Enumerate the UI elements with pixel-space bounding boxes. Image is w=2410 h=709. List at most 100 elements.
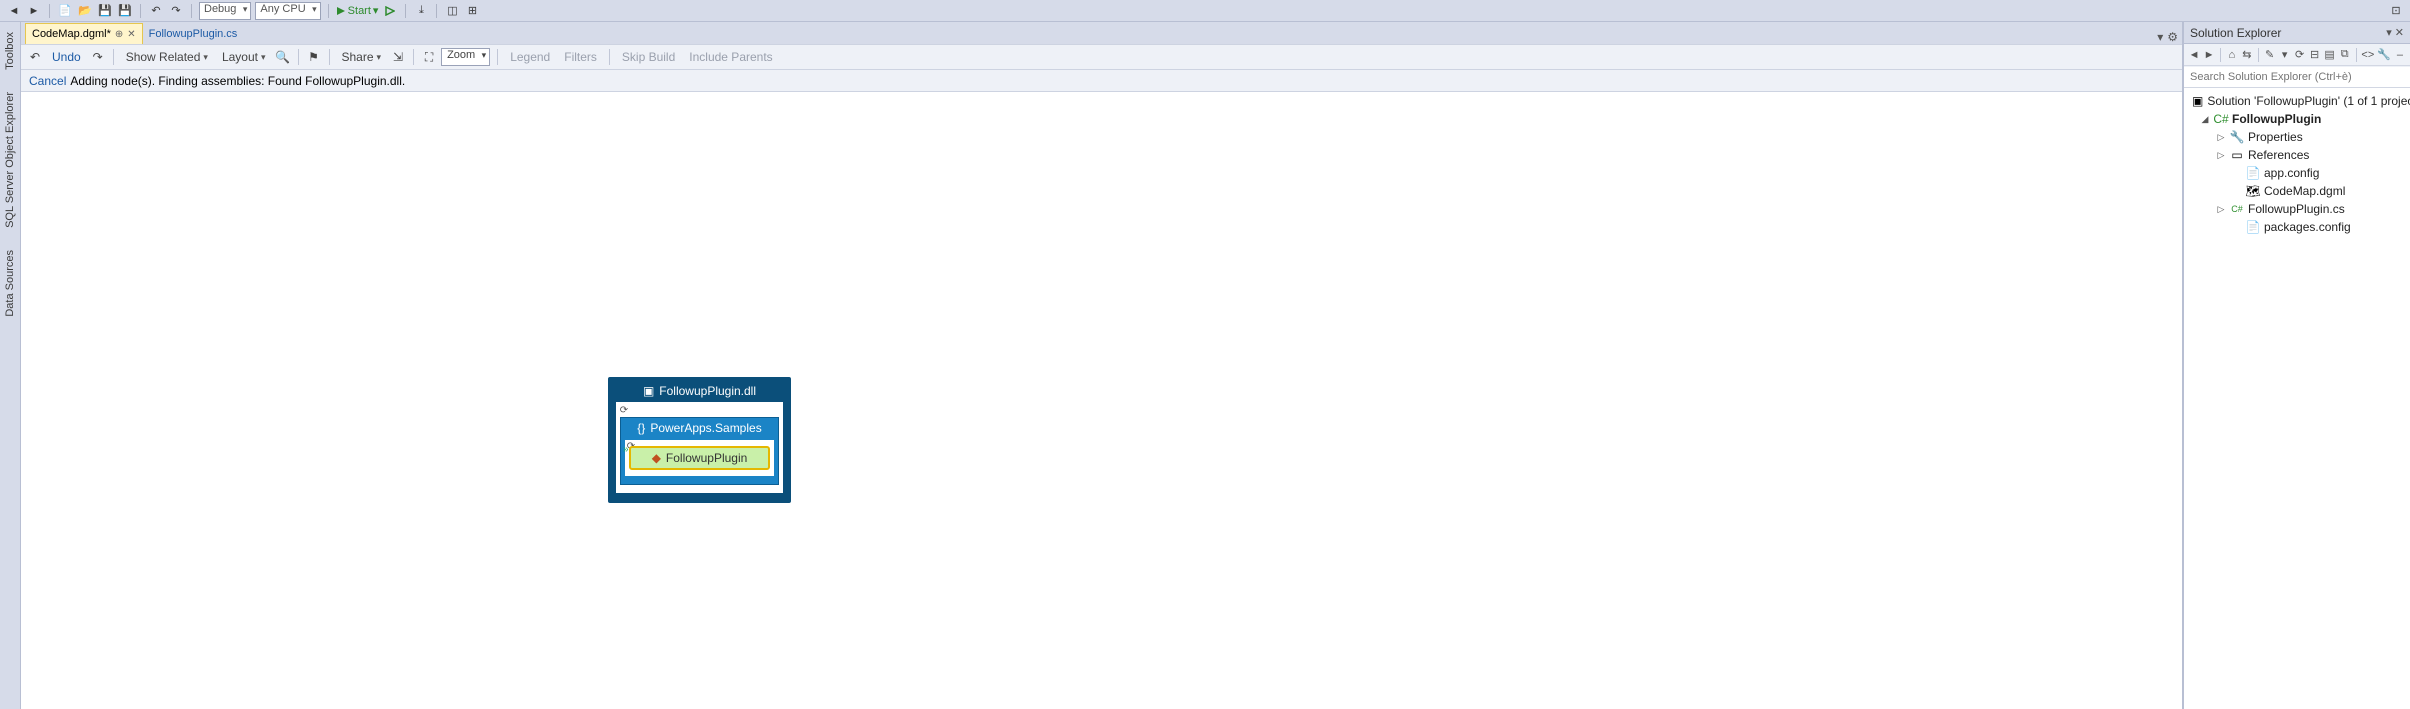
redo-arrow-icon[interactable]: ↷	[90, 49, 106, 65]
layout-button[interactable]: Layout	[217, 49, 271, 65]
dgml-file-icon: 🗺	[2246, 184, 2260, 198]
project-node[interactable]: ◢ C# FollowupPlugin	[2186, 110, 2408, 128]
file-appconfig[interactable]: 📄 app.config	[2186, 164, 2408, 182]
step-icon[interactable]: ⤓	[413, 3, 429, 19]
chevron-right-icon[interactable]: ▷	[2216, 132, 2226, 143]
platform-combo[interactable]: Any CPU	[255, 2, 320, 20]
codemap-toolbar: ↶ Undo ↷ Show Related Layout 🔍 ⚑ Share ⇲…	[21, 44, 2182, 70]
fit-icon[interactable]: ⛶	[421, 49, 437, 65]
solution-search-input[interactable]	[2184, 67, 2410, 87]
ext1-icon[interactable]: ◫	[444, 3, 460, 19]
codemap-canvas[interactable]: ▣ FollowupPlugin.dll ⟳ {} PowerApps.Samp…	[21, 92, 2182, 709]
sql-explorer-tab[interactable]: SQL Server Object Explorer	[4, 88, 16, 232]
solution-tree[interactable]: ▣ Solution 'FollowupPlugin' (1 of 1 proj…	[2184, 88, 2410, 709]
dll-group-node[interactable]: ▣ FollowupPlugin.dll ⟳ {} PowerApps.Samp…	[608, 377, 791, 503]
refresh-icon[interactable]: ⟳	[2294, 47, 2306, 63]
data-sources-tab[interactable]: Data Sources	[4, 246, 16, 321]
namespace-header[interactable]: {} PowerApps.Samples	[625, 418, 774, 438]
pending-icon[interactable]: ✎	[2264, 47, 2276, 63]
export-icon[interactable]: ⇲	[390, 49, 406, 65]
solution-explorer-title-label: Solution Explorer	[2190, 26, 2281, 40]
chevron-right-icon[interactable]: »	[623, 444, 629, 455]
start-no-debug-icon[interactable]	[382, 3, 398, 19]
refresh-badge-icon[interactable]: ⟳	[618, 404, 630, 416]
toolbox-tab[interactable]: Toolbox	[4, 28, 16, 74]
panel-close-icon[interactable]: ✕	[2395, 26, 2404, 39]
chevron-right-icon[interactable]: ▷	[2216, 204, 2226, 215]
find-icon[interactable]: 🔍	[275, 49, 291, 65]
class-label: FollowupPlugin	[666, 451, 747, 465]
nav-back-icon[interactable]: ◄	[6, 3, 22, 19]
ext2-icon[interactable]: ⊞	[464, 3, 480, 19]
namespace-icon: {}	[637, 421, 645, 435]
tab-codemap[interactable]: CodeMap.dgml* ⊕ ✕	[25, 23, 143, 44]
sync-icon[interactable]: ⇆	[2241, 47, 2253, 63]
config-combo[interactable]: Debug	[199, 2, 251, 20]
chevron-right-icon[interactable]: ▷	[2216, 150, 2226, 161]
references-node[interactable]: ▷ ▭ References	[2186, 146, 2408, 164]
packages-label: packages.config	[2264, 220, 2351, 234]
undo-icon[interactable]: ↶	[148, 3, 164, 19]
file-followupplugin[interactable]: ▷ C# FollowupPlugin.cs	[2186, 200, 2408, 218]
pin-icon[interactable]: ⊕	[115, 29, 123, 40]
namespace-group-node[interactable]: {} PowerApps.Samples ⟳ » ◆ FollowupPlugi…	[620, 417, 779, 485]
tab-followupplugin[interactable]: FollowupPlugin.cs	[143, 23, 244, 44]
open-icon[interactable]: 📂	[77, 3, 93, 19]
skip-build-button[interactable]: Skip Build	[617, 49, 680, 65]
properties-label: Properties	[2248, 130, 2303, 144]
collapse-icon[interactable]: ⊟	[2309, 47, 2321, 63]
save-all-icon[interactable]: 💾	[117, 3, 133, 19]
save-icon[interactable]: 💾	[97, 3, 113, 19]
dll-header[interactable]: ▣ FollowupPlugin.dll	[611, 380, 788, 402]
new-icon[interactable]: 📄	[57, 3, 73, 19]
undo-arrow-icon[interactable]: ↶	[27, 49, 43, 65]
class-node[interactable]: ◆ FollowupPlugin	[629, 446, 770, 470]
redo-icon[interactable]: ↷	[168, 3, 184, 19]
show-related-button[interactable]: Show Related	[121, 49, 213, 65]
solution-node[interactable]: ▣ Solution 'FollowupPlugin' (1 of 1 proj…	[2186, 92, 2408, 110]
plugin-label: FollowupPlugin.cs	[2248, 202, 2345, 216]
csharp-project-icon: C#	[2214, 112, 2228, 126]
viewcode-icon[interactable]: <>	[2361, 47, 2374, 63]
properties-node[interactable]: ▷ 🔧 Properties	[2186, 128, 2408, 146]
undo-button[interactable]: Undo	[47, 49, 86, 65]
cancel-link[interactable]: Cancel	[29, 74, 66, 88]
chevron-down-icon[interactable]: ◢	[2200, 114, 2210, 125]
file-packagesconfig[interactable]: 📄 packages.config	[2186, 218, 2408, 236]
fwd-icon[interactable]: ►	[2203, 47, 2215, 63]
solution-search[interactable]	[2184, 66, 2410, 88]
solution-label: Solution 'FollowupPlugin' (1 of 1 projec…	[2207, 94, 2410, 108]
include-parents-button[interactable]: Include Parents	[684, 49, 777, 65]
back-icon[interactable]: ◄	[2188, 47, 2200, 63]
showall-icon[interactable]: ▤	[2324, 47, 2336, 63]
tab-settings-icon[interactable]: ⚙	[2167, 30, 2178, 44]
solution-explorer-panel: Solution Explorer ▾ ✕ ◄ ► ⌂ ⇆ ✎ ▾ ⟳ ⊟ ▤ …	[2182, 22, 2410, 709]
start-button[interactable]: Start ▾	[336, 4, 379, 17]
dll-label: FollowupPlugin.dll	[659, 384, 756, 398]
share-button[interactable]: Share	[337, 49, 387, 65]
legend-button[interactable]: Legend	[505, 49, 555, 65]
flag-icon[interactable]: ⚑	[306, 49, 322, 65]
class-icon: ◆	[652, 451, 661, 465]
properties-icon[interactable]: 🔧	[2377, 47, 2391, 63]
panel-dropdown-icon[interactable]: ▾	[2386, 26, 2392, 39]
copy-icon[interactable]: ⧉	[2339, 47, 2351, 63]
zoom-combo[interactable]: Zoom	[441, 48, 490, 66]
solution-explorer-title[interactable]: Solution Explorer ▾ ✕	[2184, 22, 2410, 44]
file-codemap[interactable]: 🗺 CodeMap.dgml	[2186, 182, 2408, 200]
filters-button[interactable]: Filters	[559, 49, 602, 65]
more-icon[interactable]: –	[2394, 47, 2406, 63]
close-icon[interactable]: ✕	[127, 29, 135, 40]
tab-overflow-icon[interactable]: ▾	[2157, 30, 2163, 44]
appconfig-label: app.config	[2264, 166, 2319, 180]
wrench-icon: 🔧	[2230, 130, 2244, 144]
solution-explorer-toolbar: ◄ ► ⌂ ⇆ ✎ ▾ ⟳ ⊟ ▤ ⧉ <> 🔧 –	[2184, 44, 2410, 66]
start-label: Start	[348, 5, 371, 17]
references-icon: ▭	[2230, 148, 2244, 162]
window-options-icon[interactable]: ⊡	[2388, 3, 2404, 19]
dropdown-icon[interactable]: ▾	[2279, 47, 2291, 63]
nav-fwd-icon[interactable]: ►	[26, 3, 42, 19]
tab-codemap-label: CodeMap.dgml*	[32, 28, 111, 40]
home-icon[interactable]: ⌂	[2226, 47, 2238, 63]
config-file-icon: 📄	[2246, 166, 2260, 180]
